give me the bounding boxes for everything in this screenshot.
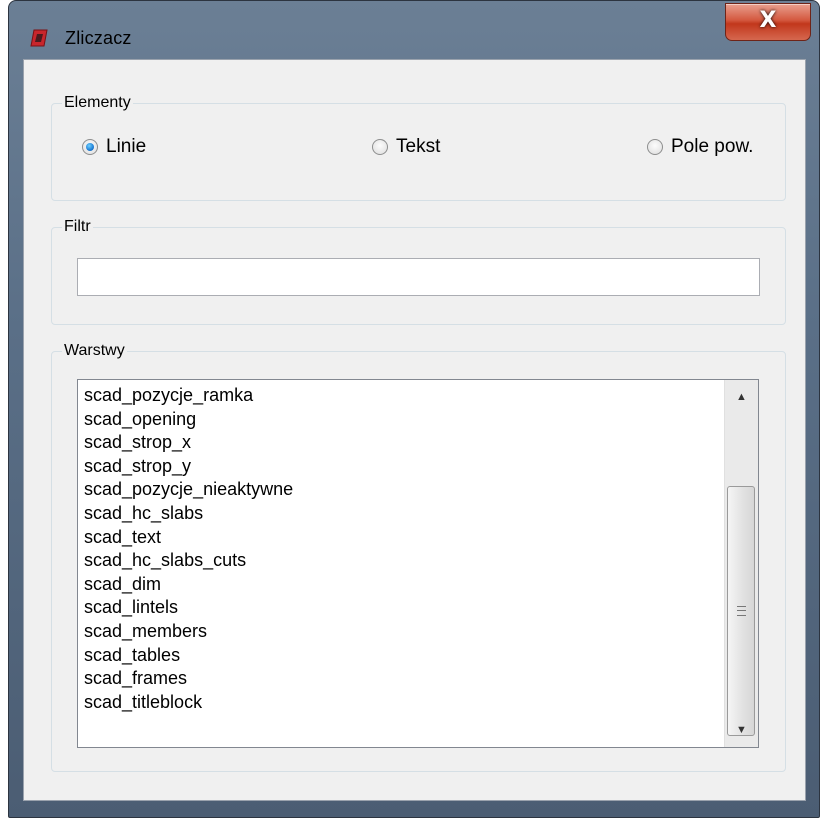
radio-pole-pow-label: Pole pow. xyxy=(671,136,754,157)
list-item[interactable]: scad_frames xyxy=(84,667,293,691)
vertical-scrollbar[interactable]: ▲ ▼ xyxy=(724,380,758,747)
radio-pole-pow[interactable]: Pole pow. xyxy=(647,136,753,158)
list-item[interactable]: scad_hc_slabs xyxy=(84,502,293,526)
list-item[interactable]: scad_pozycje_nieaktywne xyxy=(84,478,293,502)
filtr-legend: Filtr xyxy=(64,218,91,235)
dialog-client-area: Elementy Linie Tekst Pole pow. Filtr War… xyxy=(23,59,806,801)
layers-list: scad_pozycje_ramka scad_opening scad_str… xyxy=(84,384,293,714)
scroll-up-button[interactable]: ▲ xyxy=(725,380,758,414)
radio-tekst[interactable]: Tekst xyxy=(372,136,440,158)
radio-tekst-label: Tekst xyxy=(396,136,441,157)
radio-unselected-icon xyxy=(647,139,663,155)
filter-input[interactable] xyxy=(77,258,760,296)
elementy-legend: Elementy xyxy=(64,94,131,111)
radio-linie-label: Linie xyxy=(106,136,147,157)
title-bar[interactable]: Zliczacz X xyxy=(9,1,819,59)
radio-unselected-icon xyxy=(372,139,388,155)
radio-linie[interactable]: Linie xyxy=(82,136,146,158)
list-item[interactable]: scad_lintels xyxy=(84,596,293,620)
list-item[interactable]: scad_text xyxy=(84,526,293,550)
arrow-up-icon: ▲ xyxy=(736,391,747,403)
list-item[interactable]: scad_pozycje_ramka xyxy=(84,384,293,408)
list-item[interactable]: scad_strop_y xyxy=(84,455,293,479)
dialog-window: Zliczacz X Elementy Linie Tekst Pole pow… xyxy=(8,0,820,818)
list-item[interactable]: scad_hc_slabs_cuts xyxy=(84,549,293,573)
list-item[interactable]: scad_dim xyxy=(84,573,293,597)
close-button[interactable]: X xyxy=(725,3,811,41)
scroll-down-button[interactable]: ▼ xyxy=(725,713,758,747)
autocad-logo-icon xyxy=(29,28,49,48)
close-icon: X xyxy=(759,8,777,33)
scrollbar-thumb[interactable] xyxy=(727,486,755,736)
list-item[interactable]: scad_tables xyxy=(84,644,293,668)
list-item[interactable]: scad_titleblock xyxy=(84,691,293,715)
list-item[interactable]: scad_members xyxy=(84,620,293,644)
radio-selected-icon xyxy=(82,139,98,155)
list-item[interactable]: scad_strop_x xyxy=(84,431,293,455)
layers-listbox[interactable]: scad_pozycje_ramka scad_opening scad_str… xyxy=(77,379,759,748)
list-item[interactable]: scad_opening xyxy=(84,408,293,432)
warstwy-legend: Warstwy xyxy=(64,342,125,359)
window-title: Zliczacz xyxy=(65,28,132,48)
grip-icon xyxy=(736,606,746,616)
arrow-down-icon: ▼ xyxy=(736,724,747,736)
